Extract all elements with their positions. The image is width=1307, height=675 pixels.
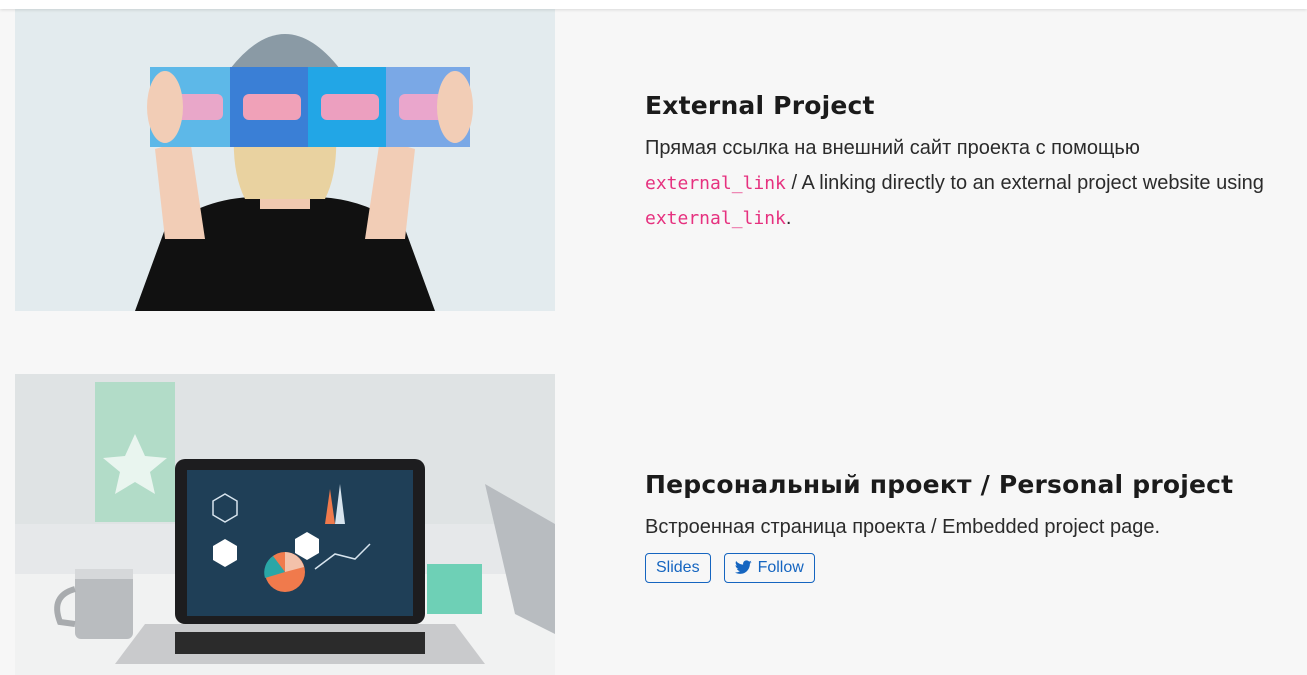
- inline-code: external_link: [645, 208, 786, 229]
- project-summary: Прямая ссылка на внешний сайт проекта с …: [645, 131, 1265, 237]
- follow-label: Follow: [757, 558, 804, 576]
- project-item-external: External Project Прямая ссылка на внешни…: [0, 0, 1307, 311]
- project-image-person-holding-print: [15, 9, 555, 311]
- project-thumbnail-personal[interactable]: [15, 374, 555, 675]
- summary-text: / A linking directly to an external proj…: [785, 171, 1264, 194]
- project-thumbnail-external[interactable]: [15, 9, 555, 311]
- project-item-personal: Персональный проект / Personal project В…: [0, 374, 1307, 675]
- follow-button[interactable]: Follow: [723, 552, 815, 583]
- project-title[interactable]: Персональный проект / Personal project: [645, 468, 1265, 502]
- project-title[interactable]: External Project: [645, 89, 1265, 123]
- project-image-laptop-desk: [15, 374, 555, 675]
- top-navbar: [0, 0, 1307, 9]
- project-text-external: External Project Прямая ссылка на внешни…: [645, 89, 1265, 237]
- summary-text: .: [785, 207, 792, 229]
- inline-code: external_link: [645, 172, 786, 194]
- project-links: Slides Follow: [645, 552, 1265, 583]
- slides-label: Slides: [656, 558, 700, 576]
- summary-text: Прямая ссылка на внешний сайт проекта с …: [645, 137, 1140, 159]
- project-text-personal: Персональный проект / Personal project В…: [645, 468, 1265, 583]
- slides-button[interactable]: Slides: [645, 552, 711, 583]
- twitter-icon: [734, 560, 752, 574]
- project-summary: Встроенная страница проекта / Embedded p…: [645, 516, 1161, 538]
